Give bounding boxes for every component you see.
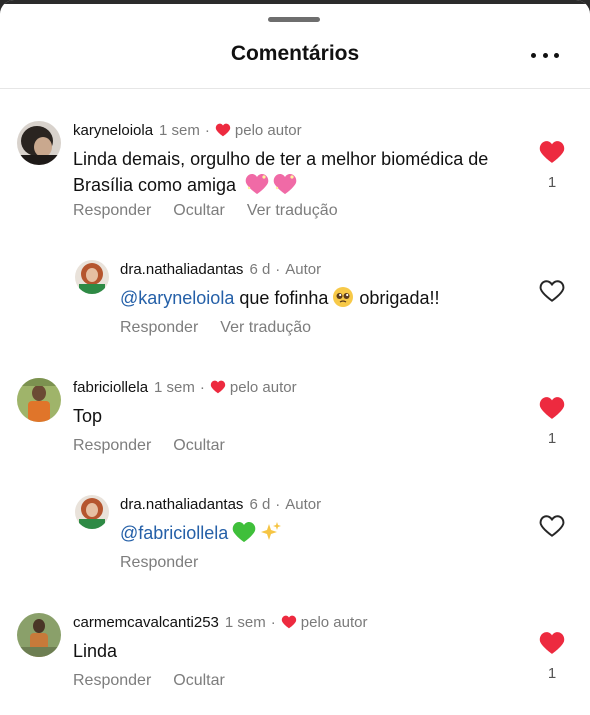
more-options-button[interactable]	[527, 44, 563, 66]
reply-button[interactable]: Responder	[73, 437, 151, 454]
reply-actions: Responder Ver tradução	[120, 319, 333, 337]
reply-text: @karyneloiola que fofinha obrigada!!	[120, 285, 530, 315]
author-label: Autor	[285, 261, 322, 278]
comment-meta: karyneloiola 1 sem · pelo autor	[73, 122, 302, 141]
reply-button[interactable]: Responder	[73, 672, 151, 689]
author-heart-icon	[210, 380, 226, 398]
like-button[interactable]	[539, 514, 565, 538]
meta-separator: ·	[270, 614, 276, 631]
reply-button[interactable]: Responder	[73, 202, 151, 219]
reply-username[interactable]: dra.nathaliadantas	[120, 261, 243, 278]
comment-meta: fabriciollela 1 sem · pelo autor	[73, 379, 297, 398]
reply-button[interactable]: Responder	[120, 319, 198, 336]
sparkling-heart-emoji	[245, 173, 269, 202]
author-label: Autor	[285, 496, 322, 513]
reply-body-start: que fofinha	[234, 288, 329, 308]
reply-meta: dra.nathaliadantas 6 d · Autor	[120, 496, 321, 513]
like-button[interactable]	[539, 279, 565, 303]
comment-time: 1 sem	[154, 379, 195, 396]
sparkling-heart-emoji	[273, 173, 297, 202]
author-heart-icon	[215, 123, 231, 141]
heart-outline-icon	[539, 280, 565, 302]
heart-filled-icon	[539, 632, 565, 654]
liked-by-author-label: pelo autor	[234, 122, 302, 139]
like-count: 1	[547, 174, 557, 191]
sheet-drag-handle[interactable]	[268, 17, 320, 22]
more-dot-icon	[554, 52, 559, 58]
reply-actions: Responder	[120, 554, 220, 572]
more-dot-icon	[542, 52, 548, 58]
comment-text: Linda demais, orgulho de ter a melhor bi…	[73, 146, 523, 202]
see-translation-button[interactable]: Ver tradução	[247, 202, 338, 219]
reply-time: 6 d	[249, 496, 271, 513]
reply-button[interactable]: Responder	[120, 554, 198, 571]
pleading-face-emoji	[332, 286, 354, 315]
reply-text: @fabriciollela	[120, 520, 282, 550]
comments-sheet: Comentários karyneloiola 1 sem · pelo autor…	[0, 0, 590, 715]
comment-body: Top	[73, 406, 103, 426]
avatar[interactable]	[75, 260, 109, 294]
comment-time: 1 sem	[159, 122, 200, 139]
see-translation-button[interactable]: Ver tradução	[220, 319, 311, 336]
green-heart-emoji	[232, 521, 256, 550]
like-count: 1	[547, 430, 557, 447]
comment-meta: carmemcavalcanti253 1 sem · pelo autor	[73, 614, 367, 633]
reply-time: 6 d	[249, 261, 271, 278]
comment-actions: Responder Ocultar Ver tradução	[73, 202, 360, 220]
heart-filled-icon	[539, 397, 565, 419]
avatar[interactable]	[17, 613, 61, 657]
sparkles-emoji	[260, 521, 282, 550]
meta-separator: ·	[275, 261, 281, 278]
reply-username[interactable]: dra.nathaliadantas	[120, 496, 243, 513]
avatar[interactable]	[17, 121, 61, 165]
comment-username[interactable]: karyneloiola	[73, 122, 153, 139]
liked-by-author-label: pelo autor	[229, 379, 297, 396]
avatar[interactable]	[17, 378, 61, 422]
comment-username[interactable]: carmemcavalcanti253	[73, 614, 219, 631]
page-title: Comentários	[230, 42, 360, 65]
mention-link[interactable]: @karyneloiola	[120, 288, 234, 308]
comment-actions: Responder Ocultar	[73, 437, 247, 455]
top-strip	[0, 0, 590, 4]
comment-actions: Responder Ocultar	[73, 672, 247, 690]
hide-button[interactable]: Ocultar	[173, 672, 225, 689]
comment-body: Linda	[73, 641, 118, 661]
meta-separator: ·	[204, 122, 210, 139]
mention-link[interactable]: @fabriciollela	[120, 523, 228, 543]
meta-separator: ·	[275, 496, 281, 513]
like-count: 1	[547, 665, 557, 682]
reply-body-end: obrigada!!	[354, 288, 440, 308]
hide-button[interactable]: Ocultar	[173, 202, 225, 219]
reply-meta: dra.nathaliadantas 6 d · Autor	[120, 261, 321, 278]
meta-separator: ·	[199, 379, 205, 396]
liked-by-author-label: pelo autor	[300, 614, 368, 631]
like-button[interactable]	[539, 396, 565, 420]
like-button[interactable]	[539, 140, 565, 164]
hide-button[interactable]: Ocultar	[173, 437, 225, 454]
more-dot-icon	[531, 52, 536, 58]
header-divider	[0, 88, 590, 89]
heart-outline-icon	[539, 515, 565, 537]
comment-time: 1 sem	[224, 614, 266, 631]
author-heart-icon	[281, 615, 297, 633]
avatar[interactable]	[75, 495, 109, 529]
heart-filled-icon	[539, 141, 565, 163]
comment-username[interactable]: fabriciollela	[73, 379, 148, 396]
like-button[interactable]	[539, 631, 565, 655]
